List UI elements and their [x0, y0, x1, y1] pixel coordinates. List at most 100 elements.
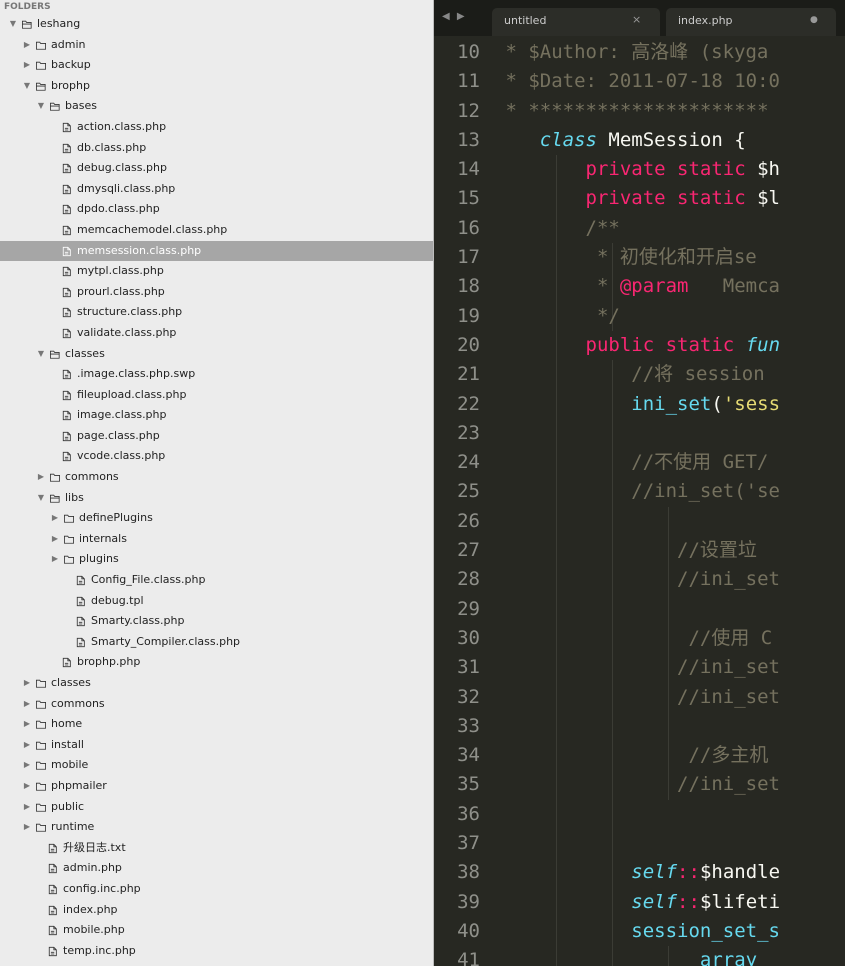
file-item[interactable]: brophp.php [0, 652, 433, 673]
folder-open-icon [50, 350, 60, 359]
file-item[interactable]: action.class.php [0, 117, 433, 138]
folder-item[interactable]: ▼ leshang [0, 14, 433, 35]
folder-item[interactable]: ▶ commons [0, 694, 433, 715]
folder-item[interactable]: ▶ plugins [0, 549, 433, 570]
folder-item[interactable]: ▶ commons [0, 467, 433, 488]
file-item[interactable]: image.class.php [0, 405, 433, 426]
file-item[interactable]: validate.class.php [0, 323, 433, 344]
file-item[interactable]: .image.class.php.swp [0, 364, 433, 385]
disclosure-open-icon[interactable]: ▼ [8, 14, 18, 35]
tab-index-php[interactable]: index.php ● [666, 8, 836, 36]
disclosure-open-icon[interactable]: ▼ [36, 96, 46, 117]
folder-item[interactable]: ▼ classes [0, 344, 433, 365]
file-item[interactable]: page.class.php [0, 426, 433, 447]
file-item[interactable]: config.inc.php [0, 879, 433, 900]
folder-item[interactable]: ▶ runtime [0, 817, 433, 838]
disclosure-closed-icon[interactable]: ▶ [50, 508, 60, 529]
indent-guide [556, 829, 557, 859]
tree-item-label: structure.class.php [77, 305, 183, 319]
file-item[interactable]: debug.tpl [0, 591, 433, 612]
folder-item[interactable]: ▶ home [0, 714, 433, 735]
folder-item[interactable]: ▶ phpmailer [0, 776, 433, 797]
code-line: 37 [434, 829, 845, 859]
disclosure-closed-icon[interactable]: ▶ [22, 755, 32, 776]
disclosure-closed-icon[interactable]: ▶ [36, 467, 46, 488]
line-number: 11 [457, 70, 480, 93]
tab-label: index.php [678, 14, 733, 27]
file-item[interactable]: dpdo.class.php [0, 199, 433, 220]
line-number: 24 [457, 451, 480, 474]
disclosure-closed-icon[interactable]: ▶ [22, 673, 32, 694]
file-item[interactable]: memcachemodel.class.php [0, 220, 433, 241]
file-item[interactable]: admin.php [0, 858, 433, 879]
disclosure-closed-icon[interactable]: ▶ [22, 714, 32, 735]
folder-icon [64, 556, 74, 565]
folder-item[interactable]: ▼ libs [0, 488, 433, 509]
folder-item[interactable]: ▶ admin [0, 35, 433, 56]
file-icon [48, 884, 57, 895]
disclosure-closed-icon[interactable]: ▶ [22, 776, 32, 797]
file-item[interactable]: debug.class.php [0, 158, 433, 179]
disclosure-open-icon[interactable]: ▼ [36, 488, 46, 509]
tree-item-label: debug.tpl [91, 593, 144, 607]
close-icon[interactable]: × [632, 13, 641, 26]
file-item[interactable]: memsession.class.php [0, 240, 433, 262]
code-token: :: [677, 861, 700, 884]
file-item[interactable]: db.class.php [0, 138, 433, 159]
code-token: //设置垃 [677, 539, 757, 562]
file-item[interactable]: dmysqli.class.php [0, 179, 433, 200]
folder-item[interactable]: ▼ brophp [0, 76, 433, 97]
tree-item-label: Smarty.class.php [91, 614, 185, 628]
folder-item[interactable]: ▶ install [0, 735, 433, 756]
file-item[interactable]: temp.inc.php [0, 941, 433, 962]
folder-item[interactable]: ▶ internals [0, 529, 433, 550]
folder-item[interactable]: ▶ public [0, 797, 433, 818]
file-item[interactable]: 升级日志.txt [0, 838, 433, 859]
folder-item[interactable]: ▶ mobile [0, 755, 433, 776]
tree-item-label: .image.class.php.swp [77, 367, 196, 381]
tab-untitled[interactable]: untitled × [492, 8, 660, 36]
disclosure-open-icon[interactable]: ▼ [22, 76, 32, 97]
disclosure-closed-icon[interactable]: ▶ [22, 817, 32, 838]
file-item[interactable]: structure.class.php [0, 302, 433, 323]
file-tree: ▼ leshang ▶ admin ▶ backup ▼ brophp ▼ bases action… [0, 14, 433, 961]
code-token: $l [745, 187, 780, 210]
file-item[interactable]: Config_File.class.php [0, 570, 433, 591]
code-line: 12 * ********************* [434, 97, 845, 126]
file-item[interactable]: index.php [0, 900, 433, 921]
line-number: 37 [457, 832, 480, 855]
disclosure-closed-icon[interactable]: ▶ [22, 694, 32, 715]
file-item[interactable]: prourl.class.php [0, 282, 433, 303]
line-number: 13 [457, 128, 480, 151]
disclosure-closed-icon[interactable]: ▶ [22, 797, 32, 818]
tree-item-label: definePlugins [79, 511, 153, 525]
folder-item[interactable]: ▶ classes [0, 673, 433, 694]
file-item[interactable]: vcode.class.php [0, 446, 433, 467]
folder-item[interactable]: ▶ backup [0, 55, 433, 76]
tab-nav-arrows-icon[interactable]: ◀ ▶ [442, 11, 467, 22]
file-item[interactable]: Smarty_Compiler.class.php [0, 632, 433, 653]
line-number: 21 [457, 363, 480, 386]
file-item[interactable]: mytpl.class.php [0, 261, 433, 282]
code-token: fun [745, 333, 781, 356]
disclosure-open-icon[interactable]: ▼ [36, 344, 46, 365]
unsaved-dot-icon[interactable]: ● [810, 15, 818, 25]
disclosure-closed-icon[interactable]: ▶ [50, 529, 60, 550]
disclosure-closed-icon[interactable]: ▶ [22, 35, 32, 56]
indent-guide [612, 506, 613, 537]
disclosure-closed-icon[interactable]: ▶ [22, 55, 32, 76]
disclosure-closed-icon[interactable]: ▶ [22, 735, 32, 756]
disclosure-closed-icon[interactable]: ▶ [50, 549, 60, 570]
indent-guide [556, 711, 557, 742]
tree-item-label: mytpl.class.php [77, 264, 164, 278]
file-item[interactable]: Smarty.class.php [0, 611, 433, 632]
file-item[interactable]: fileupload.class.php [0, 385, 433, 406]
code-area[interactable]: 10 * $Author: 高洛峰 (skyga 11 * $Date: 2011… [434, 38, 845, 966]
folder-item[interactable]: ▼ bases [0, 96, 433, 117]
folder-icon [36, 823, 46, 832]
folder-item[interactable]: ▶ definePlugins [0, 508, 433, 529]
code-token: */ [596, 304, 620, 327]
file-item[interactable]: mobile.php [0, 920, 433, 941]
